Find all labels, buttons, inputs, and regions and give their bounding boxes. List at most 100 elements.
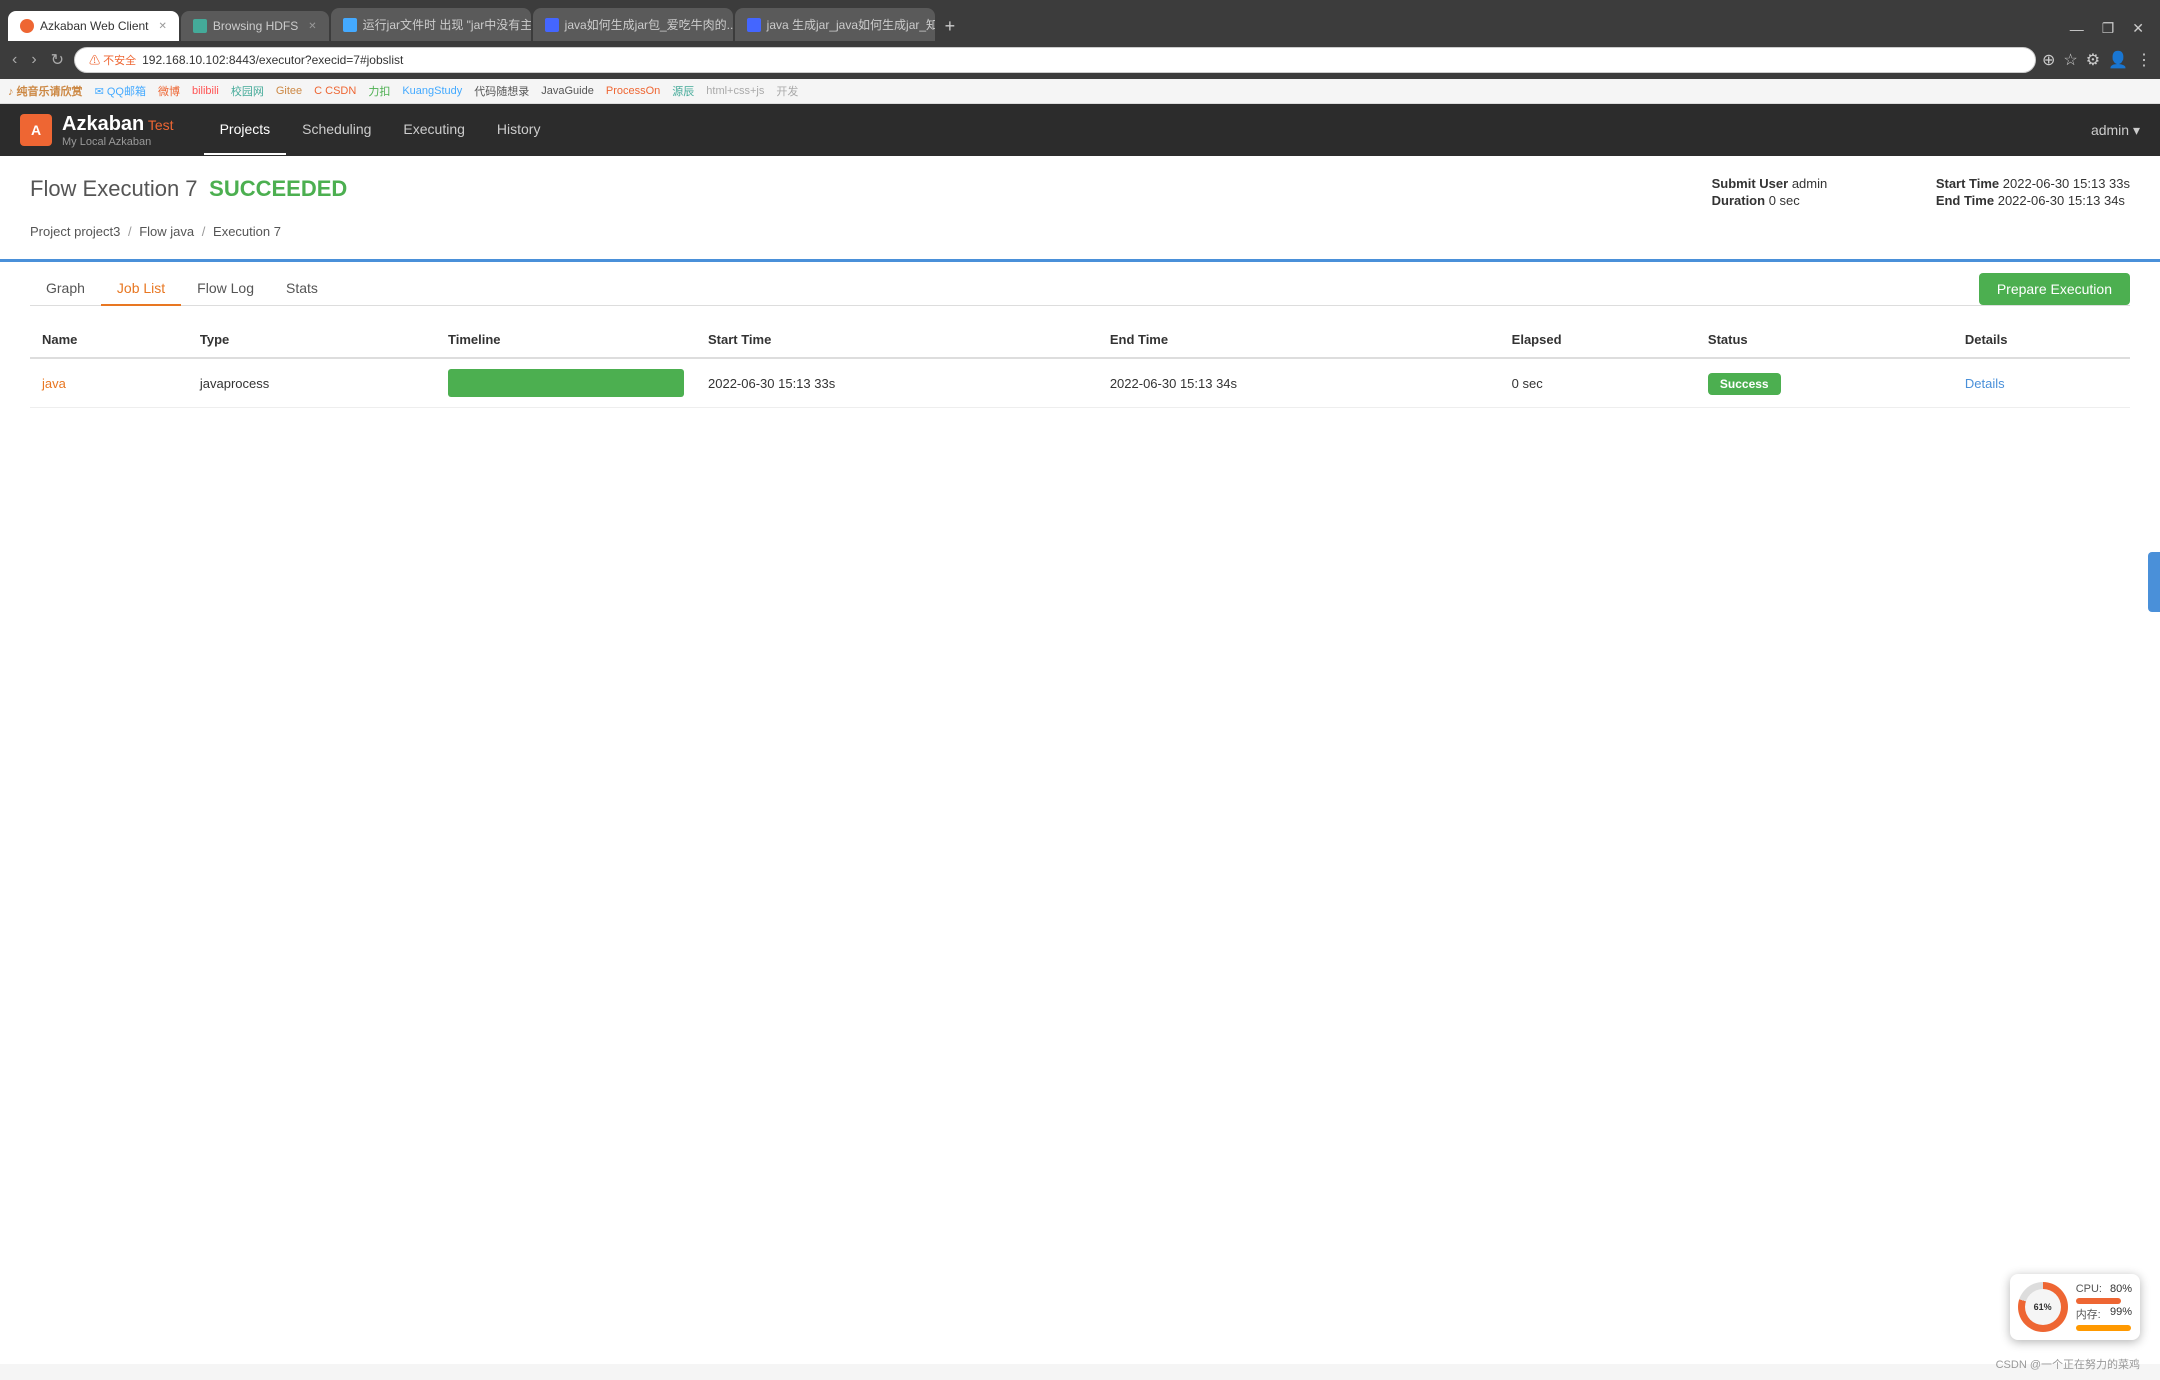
forward-button[interactable]: › — [27, 49, 40, 71]
translate-icon[interactable]: ⊕ — [2042, 50, 2055, 70]
col-end-time: End Time — [1098, 322, 1500, 358]
menu-icon[interactable]: ⋮ — [2136, 50, 2152, 70]
extensions-icon[interactable]: ⚙ — [2086, 50, 2100, 70]
logo-area: A Azkaban Test My Local Azkaban — [20, 113, 174, 148]
tab-jar3[interactable]: java 生成jar_java如何生成jar_知... ✕ — [735, 8, 935, 41]
top-nav: A Azkaban Test My Local Azkaban Projects… — [0, 104, 2160, 156]
job-start-time: 2022-06-30 15:13 33s — [708, 376, 835, 391]
sys-stats: CPU: 80% 内存: 99% — [2076, 1283, 2132, 1331]
col-details: Details — [1953, 322, 2130, 358]
bookmark-yuanchen-label: 源辰 — [672, 83, 694, 99]
job-name-link[interactable]: java — [42, 376, 66, 391]
toolbar-icons: ⊕ ☆ ⚙ 👤 ⋮ — [2042, 50, 2152, 70]
col-elapsed: Elapsed — [1500, 322, 1696, 358]
address-bar-row: ‹ › ↻ ⚠ 不安全 192.168.10.102:8443/executor… — [0, 41, 2160, 79]
url-text: 192.168.10.102:8443/executor?execid=7#jo… — [142, 53, 403, 67]
bookmark-gitee-label: Gitee — [276, 85, 302, 97]
bookmark-processon[interactable]: ProcessOn — [606, 85, 660, 97]
username: admin — [2091, 122, 2129, 138]
tab-hdfs[interactable]: Browsing HDFS ✕ — [181, 11, 329, 41]
app: A Azkaban Test My Local Azkaban Projects… — [0, 104, 2160, 1364]
mem-label: 内存: — [2076, 1306, 2101, 1322]
bookmark-kuang-label: KuangStudy — [402, 85, 462, 97]
bookmark-yuanchen[interactable]: 源辰 — [672, 83, 694, 99]
bookmark-csdn-label: C CSDN — [314, 85, 356, 97]
jar3-favicon — [747, 18, 761, 32]
start-time-value: 2022-06-30 15:13 33s — [2003, 176, 2130, 191]
tab-close-hdfs[interactable]: ✕ — [308, 21, 316, 32]
breadcrumb-flow-label[interactable]: Flow — [139, 224, 170, 239]
jar2-favicon — [545, 18, 559, 32]
bookmark-bilibili[interactable]: bilibili — [192, 85, 219, 97]
new-tab-button[interactable]: + — [937, 12, 964, 41]
nav-scheduling[interactable]: Scheduling — [286, 105, 387, 155]
tab-jar1[interactable]: 运行jar文件时 出现 "jar中没有主... ✕ — [331, 8, 531, 41]
app-name: Azkaban — [62, 113, 144, 135]
mem-stat-row: 内存: 99% — [2076, 1306, 2132, 1322]
flow-execution-header: Flow Execution 7 SUCCEEDED Submit User a… — [30, 176, 2130, 208]
job-type-cell: javaprocess — [188, 358, 436, 408]
bookmark-dmsxl[interactable]: 代码随想录 — [474, 83, 529, 99]
tab-job-list[interactable]: Job List — [101, 272, 181, 306]
back-button[interactable]: ‹ — [8, 49, 21, 71]
bookmark-qq-label: ✉ QQ邮箱 — [95, 83, 146, 99]
reload-button[interactable]: ↻ — [47, 48, 68, 72]
breadcrumb-flow-value[interactable]: java — [170, 224, 197, 239]
bookmark-csdn[interactable]: C CSDN — [314, 85, 356, 97]
close-window-button[interactable]: ✕ — [2124, 16, 2152, 41]
bookmark-campus[interactable]: 校园网 — [231, 83, 264, 99]
nav-projects[interactable]: Projects — [204, 105, 287, 155]
table-row: java javaprocess 2022-06-30 15:13 33s 20… — [30, 358, 2130, 408]
bookmark-leetcode[interactable]: 力扣 — [368, 83, 390, 99]
tab-graph[interactable]: Graph — [30, 272, 101, 306]
bookmark-html[interactable]: html+css+js — [706, 85, 764, 97]
breadcrumb-sep1: / — [128, 224, 132, 239]
breadcrumb-sep2: / — [202, 224, 206, 239]
bookmark-kuang[interactable]: KuangStudy — [402, 85, 462, 97]
bookmark-music[interactable]: ♪ 纯音乐请欣赏 — [8, 83, 83, 99]
bookmark-javaguide[interactable]: JavaGuide — [541, 85, 594, 97]
flow-exec-title-area: Flow Execution 7 SUCCEEDED — [30, 176, 347, 202]
tab-flow-log[interactable]: Flow Log — [181, 272, 270, 306]
table-header: Name Type Timeline Start Time End Time E… — [30, 322, 2130, 358]
app-env: Test — [148, 117, 174, 133]
breadcrumb-project-label[interactable]: Project — [30, 224, 74, 239]
bookmark-dev[interactable]: 开发 — [776, 83, 798, 99]
duration-value: 0 sec — [1769, 193, 1800, 208]
bookmark-qq[interactable]: ✉ QQ邮箱 — [95, 83, 146, 99]
cpu-value: 80% — [2110, 1283, 2132, 1295]
main-nav: Projects Scheduling Executing History — [204, 105, 557, 155]
address-bar[interactable]: ⚠ 不安全 192.168.10.102:8443/executor?execi… — [74, 47, 2036, 73]
profile-icon[interactable]: 👤 — [2108, 50, 2128, 70]
restore-button[interactable]: ❐ — [2094, 16, 2123, 41]
details-link[interactable]: Details — [1965, 376, 2005, 391]
nav-executing[interactable]: Executing — [387, 105, 480, 155]
minimize-button[interactable]: — — [2062, 17, 2092, 41]
sidebar-handle[interactable] — [2148, 552, 2160, 612]
job-details-cell: Details — [1953, 358, 2130, 408]
job-name-cell: java — [30, 358, 188, 408]
jar1-favicon — [343, 18, 357, 32]
user-menu[interactable]: admin ▾ — [2091, 122, 2140, 139]
tab-label-jar1: 运行jar文件时 出现 "jar中没有主... — [363, 16, 531, 33]
job-end-time-cell: 2022-06-30 15:13 34s — [1098, 358, 1500, 408]
app-subtitle: My Local Azkaban — [62, 136, 174, 148]
bookmark-weibo[interactable]: 微博 — [158, 83, 180, 99]
mem-bar — [2076, 1325, 2132, 1331]
prepare-execution-button[interactable]: Prepare Execution — [1979, 273, 2130, 305]
bookmark-icon[interactable]: ☆ — [2063, 50, 2077, 70]
nav-history[interactable]: History — [481, 105, 557, 155]
tab-azkaban[interactable]: Azkaban Web Client ✕ — [8, 11, 179, 41]
breadcrumb-project-value[interactable]: project3 — [74, 224, 124, 239]
col-status: Status — [1696, 322, 1953, 358]
azkaban-favicon — [20, 19, 34, 33]
tab-stats[interactable]: Stats — [270, 272, 334, 306]
submit-user-row: Submit User admin — [1712, 176, 1906, 191]
job-table: Name Type Timeline Start Time End Time E… — [30, 322, 2130, 408]
flow-exec-title: Flow Execution 7 — [30, 176, 198, 201]
hdfs-favicon — [193, 19, 207, 33]
tab-close-azkaban[interactable]: ✕ — [159, 21, 167, 32]
tab-jar2[interactable]: java如何生成jar包_爱吃牛肉的... ✕ — [533, 8, 733, 41]
bookmark-gitee[interactable]: Gitee — [276, 85, 302, 97]
bookmark-campus-label: 校园网 — [231, 83, 264, 99]
